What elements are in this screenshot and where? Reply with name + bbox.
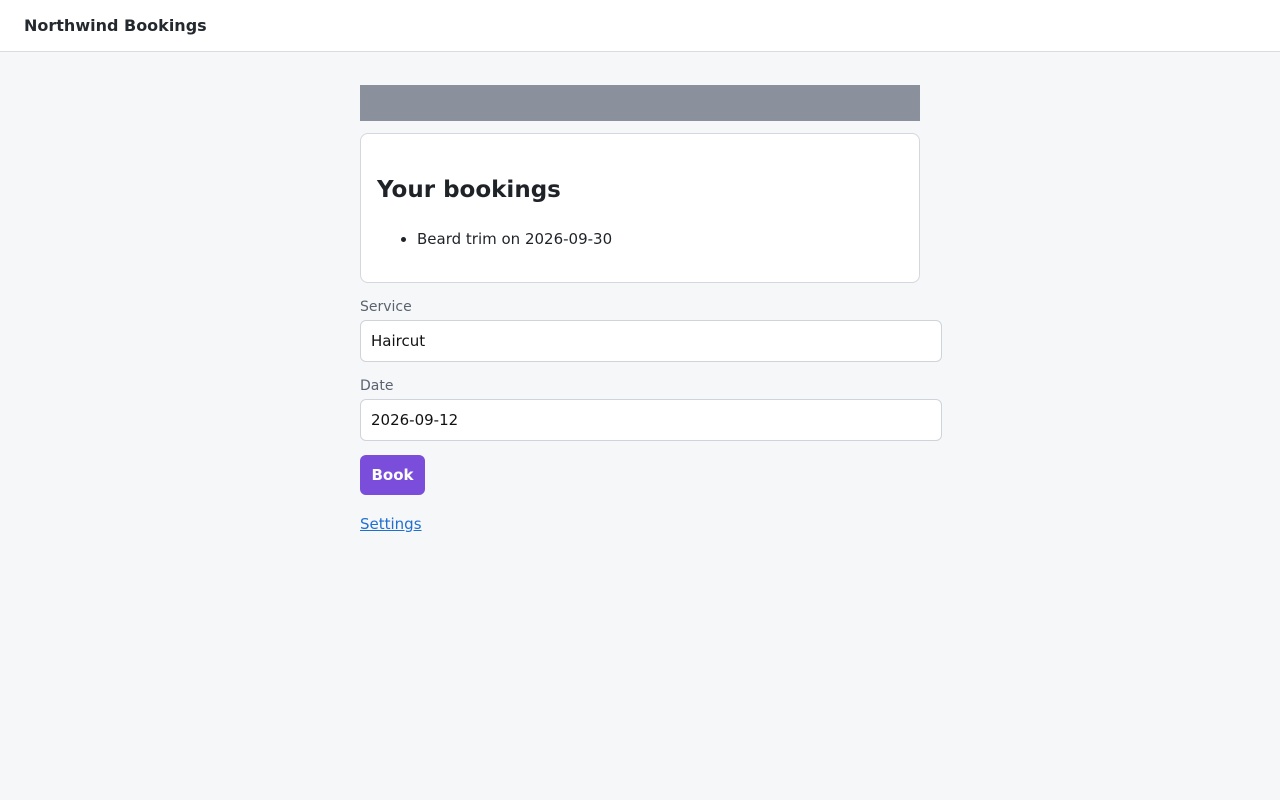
settings-link[interactable]: Settings — [360, 514, 422, 534]
date-input[interactable] — [360, 399, 942, 441]
date-label: Date — [360, 378, 394, 394]
bookings-card: Your bookings Beard trim on 2026-09-30 — [360, 133, 920, 283]
bookings-list: Beard trim on 2026-09-30 — [377, 228, 612, 250]
booking-list-item: Beard trim on 2026-09-30 — [417, 228, 612, 250]
top-navigation-bar: Northwind Bookings — [0, 0, 1280, 52]
service-label: Service — [360, 299, 412, 315]
brand-title: Northwind Bookings — [24, 16, 207, 35]
service-input[interactable] — [360, 320, 942, 362]
book-button[interactable]: Book — [360, 455, 425, 495]
banner-placeholder — [360, 85, 920, 121]
bookings-heading: Your bookings — [377, 177, 561, 203]
